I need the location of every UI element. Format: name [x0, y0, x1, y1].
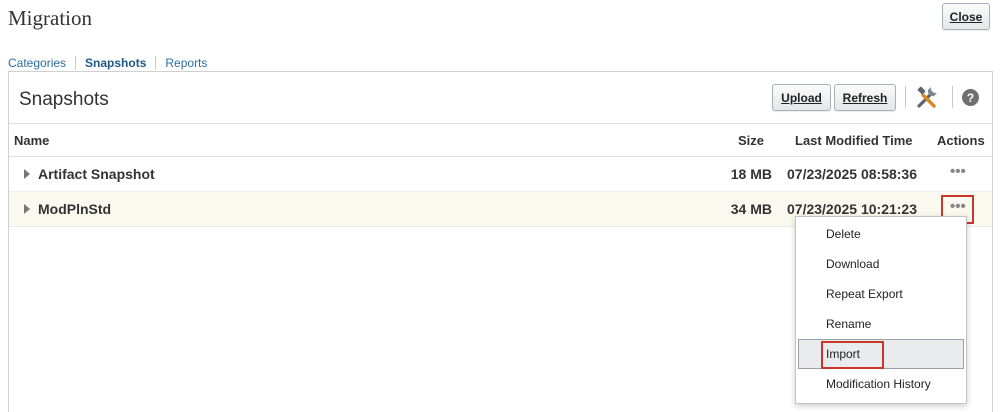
tab-bar: Categories Snapshots Reports — [8, 56, 216, 70]
refresh-button[interactable]: Refresh — [834, 84, 896, 111]
help-icon[interactable]: ? — [962, 89, 979, 106]
help-icon-glyph: ? — [966, 90, 975, 105]
snapshot-modified-time: 07/23/2025 08:58:36 — [787, 166, 917, 182]
snapshot-size: 18 MB — [730, 166, 772, 182]
menu-item-download[interactable]: Download — [796, 249, 966, 279]
close-button-label: Close — [949, 9, 983, 24]
expand-triangle-icon[interactable] — [24, 204, 30, 214]
menu-item-import[interactable]: Import — [798, 339, 964, 369]
snapshot-name: ModPlnStd — [38, 201, 112, 217]
toolbar-divider — [952, 86, 953, 108]
actions-context-menu: Delete Download Repeat Export Rename Imp… — [795, 216, 967, 404]
snapshot-modified-time: 07/23/2025 10:21:23 — [787, 201, 917, 217]
table-row[interactable]: Artifact Snapshot 18 MB 07/23/2025 08:58… — [9, 157, 992, 192]
panel-title: Snapshots — [19, 89, 109, 110]
snapshot-name: Artifact Snapshot — [38, 166, 155, 182]
tab-reports[interactable]: Reports — [155, 56, 216, 70]
actions-ellipsis-icon[interactable]: ••• — [950, 164, 966, 179]
close-button[interactable]: Close — [942, 3, 990, 30]
column-header-actions: Actions — [937, 133, 985, 148]
menu-item-delete[interactable]: Delete — [796, 219, 966, 249]
refresh-button-label: Refresh — [842, 90, 888, 105]
tab-categories[interactable]: Categories — [8, 56, 75, 70]
tab-snapshots[interactable]: Snapshots — [75, 56, 155, 70]
column-header-last-modified[interactable]: Last Modified Time — [795, 133, 913, 148]
snapshot-size: 34 MB — [730, 201, 772, 217]
tools-icon[interactable] — [915, 85, 941, 109]
page-title: Migration — [8, 6, 92, 30]
toolbar-divider — [905, 86, 906, 108]
column-header-size[interactable]: Size — [738, 133, 764, 148]
upload-button[interactable]: Upload — [772, 84, 831, 111]
expand-triangle-icon[interactable] — [24, 169, 30, 179]
import-highlight-box — [821, 341, 884, 369]
menu-item-rename[interactable]: Rename — [796, 309, 966, 339]
upload-button-label: Upload — [781, 90, 822, 105]
column-header-name[interactable]: Name — [14, 133, 49, 148]
menu-item-repeat-export[interactable]: Repeat Export — [796, 279, 966, 309]
table-header: Name Size Last Modified Time Actions — [9, 123, 992, 157]
menu-item-modification-history[interactable]: Modification History — [796, 369, 966, 399]
